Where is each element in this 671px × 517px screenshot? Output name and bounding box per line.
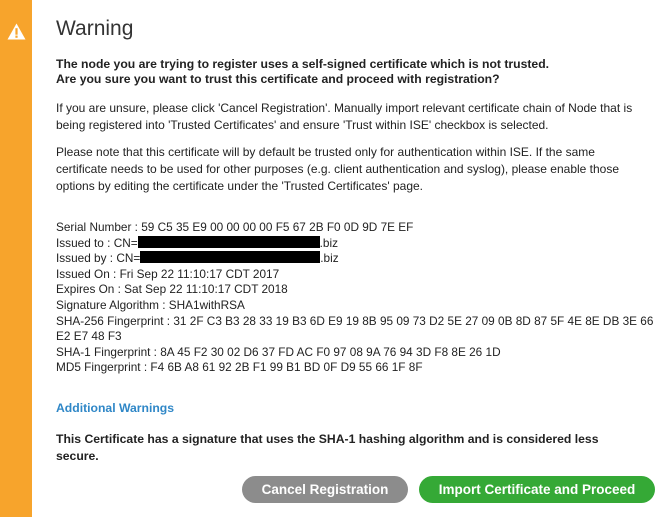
signature-algorithm: Signature Algorithm : SHA1withRSA xyxy=(56,297,245,312)
issued-to-prefix: Issued to : CN= xyxy=(56,235,138,250)
unsure-paragraph: If you are unsure, please click 'Cancel … xyxy=(56,100,662,134)
certificate-details: Serial Number : 59 C5 35 E9 00 00 00 00 … xyxy=(56,220,662,376)
additional-warnings-message: This Certificate has a signature that us… xyxy=(56,431,656,464)
issued-by-prefix: Issued by : CN= xyxy=(56,251,141,266)
issued-by: Issued by : CN= .biz xyxy=(56,251,662,267)
issued-by-suffix: .biz xyxy=(320,251,339,266)
redacted-block xyxy=(137,235,320,248)
issued-to-suffix: .biz xyxy=(319,235,338,250)
additional-warnings-title: Additional Warnings xyxy=(56,401,175,415)
trust-note-paragraph: Please note that this certificate will b… xyxy=(56,144,662,195)
sha256-fingerprint-continued: E2 E7 48 F3 xyxy=(56,329,122,344)
trust-note-line: Please note that this certificate will b… xyxy=(56,145,595,159)
serial-number: Serial Number : 59 C5 35 E9 00 00 00 00 … xyxy=(56,220,414,234)
unsure-paragraph-line: being registered into 'Trusted Certifica… xyxy=(56,118,549,132)
import-certificate-button[interactable]: Import Certificate and Proceed xyxy=(419,476,655,503)
warning-dialog: Warning The node you are trying to regis… xyxy=(0,0,671,517)
trust-note-line: options by editing the certificate under… xyxy=(56,179,424,193)
sha256-fingerprint: SHA-256 Fingerprint : 31 2F C3 B3 28 33 … xyxy=(56,313,654,328)
redacted-block xyxy=(140,251,321,264)
additional-warnings-line: This Certificate has a signature that us… xyxy=(56,432,599,446)
warning-triangle-icon xyxy=(7,23,26,40)
sha1-fingerprint: SHA-1 Fingerprint : 8A 45 F2 30 02 D6 37… xyxy=(56,344,501,359)
warning-stripe xyxy=(0,0,32,517)
question-line-1: The node you are trying to register uses… xyxy=(56,57,550,71)
issued-to: Issued to : CN= .biz xyxy=(56,235,662,252)
md5-fingerprint: MD5 Fingerprint : F4 6B A8 61 92 2B F1 9… xyxy=(56,360,423,375)
additional-warnings-line: secure. xyxy=(56,448,99,463)
issued-on: Issued On : Fri Sep 22 11:10:17 CDT 2017 xyxy=(56,266,280,281)
trust-note-line: certificate needs to be used for other p… xyxy=(56,162,620,176)
dialog-title: Warning xyxy=(56,17,134,40)
unsure-paragraph-line: If you are unsure, please click 'Cancel … xyxy=(56,101,633,115)
cancel-registration-button[interactable]: Cancel Registration xyxy=(242,476,408,503)
question-line-2: Are you sure you want to trust this cert… xyxy=(56,72,500,86)
expires-on: Expires On : Sat Sep 22 11:10:17 CDT 201… xyxy=(56,282,288,297)
